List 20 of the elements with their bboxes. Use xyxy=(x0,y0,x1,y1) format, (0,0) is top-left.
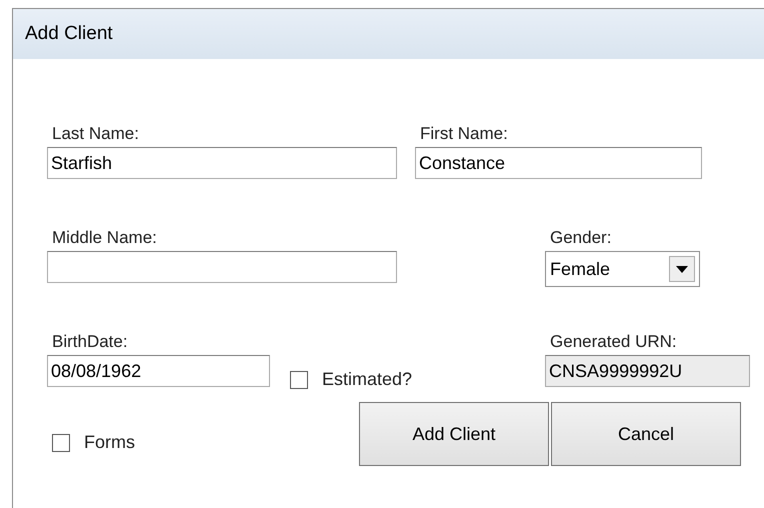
field-label: Middle Name: xyxy=(52,229,158,247)
dialog-button[interactable]: Add Client xyxy=(359,402,549,466)
field-label: Last Name: xyxy=(52,125,140,143)
caret-icon xyxy=(676,266,688,272)
dialog-button[interactable]: Cancel xyxy=(551,402,741,466)
field-label: Generated URN: xyxy=(550,333,678,351)
checkbox-label: Forms xyxy=(84,432,135,453)
input-field[interactable]: 08/08/1962 xyxy=(47,355,270,387)
field-label: First Name: xyxy=(420,125,509,143)
gender-dropdown[interactable]: Female xyxy=(545,251,700,287)
checkbox[interactable] xyxy=(290,370,308,388)
input-field[interactable]: CNSA9999992U xyxy=(545,355,750,387)
checkbox[interactable] xyxy=(52,434,70,452)
input-field[interactable]: Constance xyxy=(415,147,702,179)
input-field[interactable] xyxy=(47,251,397,283)
input-field[interactable]: Starfish xyxy=(47,147,397,179)
field-label: Gender: xyxy=(550,229,612,247)
window-title: Add Client xyxy=(25,23,113,45)
checkbox-label: Estimated? xyxy=(322,369,412,390)
field-label: BirthDate: xyxy=(52,333,129,351)
